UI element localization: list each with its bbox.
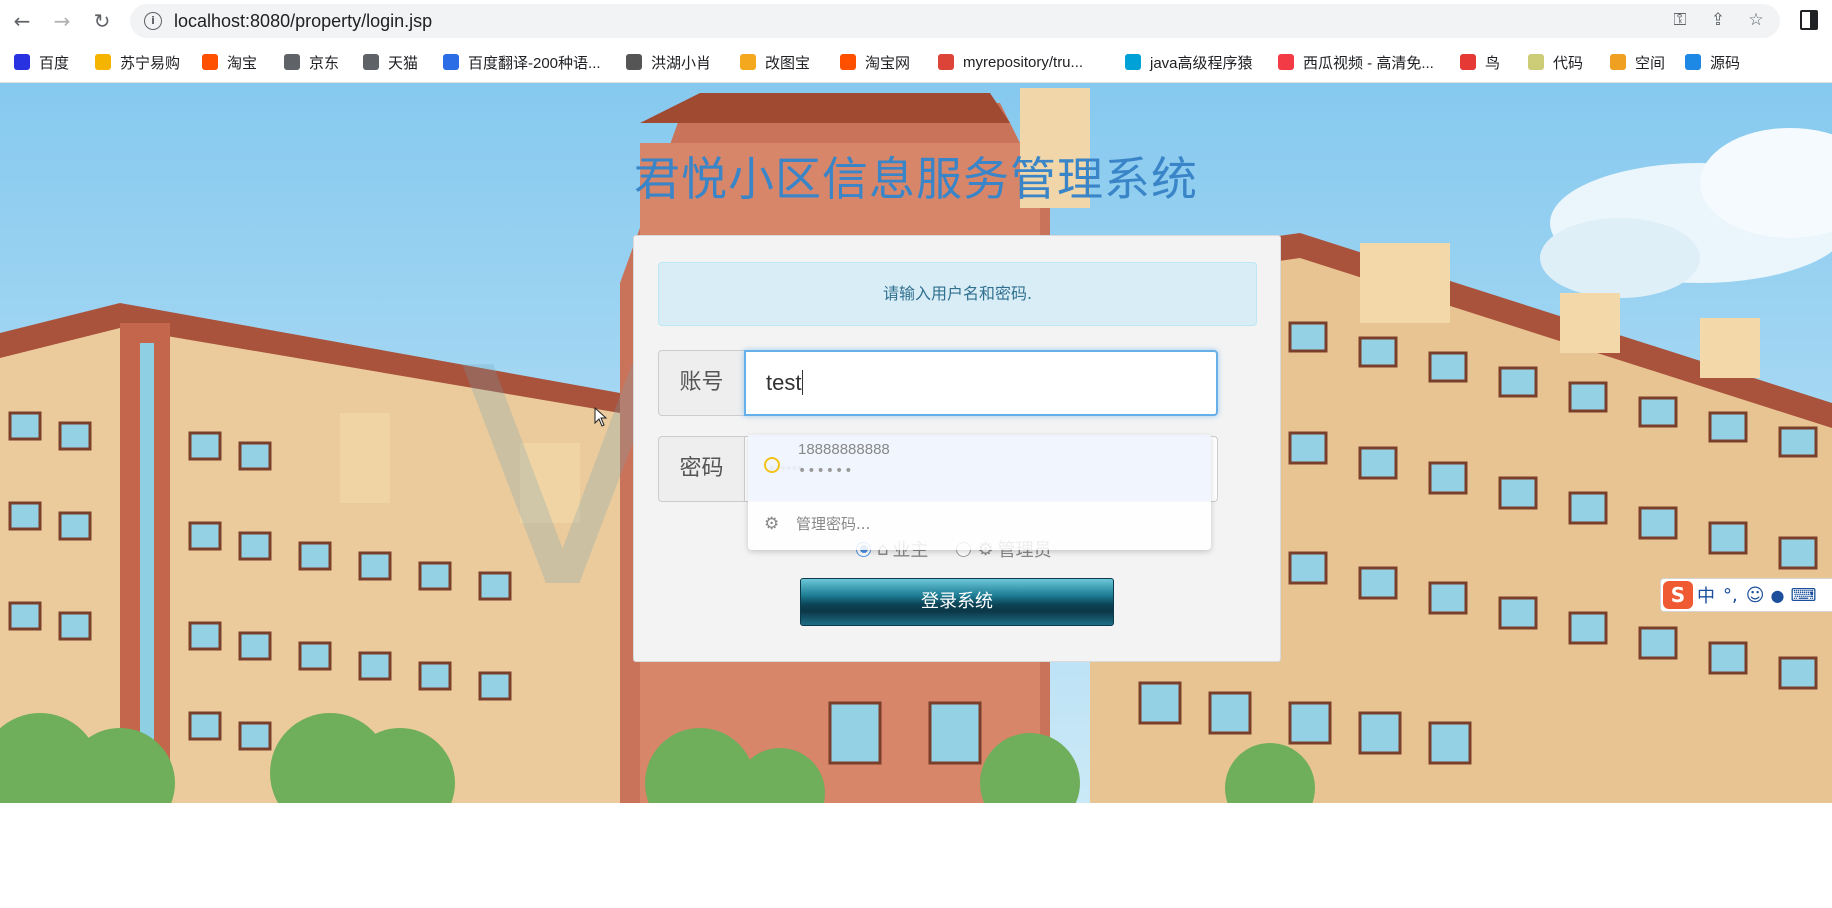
- chrome-icon: [938, 54, 954, 70]
- bookmark-item[interactable]: 洪湖小肖: [626, 51, 711, 73]
- bookmark-item[interactable]: 淘宝: [202, 51, 257, 73]
- leaf-icon: [1528, 54, 1544, 70]
- bookmark-item[interactable]: 鸟: [1460, 51, 1500, 73]
- bookmark-label: 京东: [309, 54, 340, 72]
- bookmark-label: 百度: [39, 54, 70, 72]
- address-bar[interactable]: i localhost:8080/property/login.jsp ⚿ ⇪ …: [130, 4, 1780, 38]
- baidu-paw-icon: [14, 54, 30, 70]
- ime-mode[interactable]: 中: [1697, 582, 1715, 608]
- bookmark-label: 天猫: [388, 54, 419, 72]
- bookmark-label: myrepository/tru...: [963, 53, 1084, 71]
- bookmark-item[interactable]: 淘宝网: [840, 51, 910, 73]
- bookmark-label: java高级程序猿: [1150, 54, 1253, 72]
- username-group: 账号 test: [658, 350, 1218, 416]
- key-icon: [764, 457, 780, 473]
- suning-icon: [95, 54, 111, 70]
- globe-icon: [284, 54, 300, 70]
- bookmark-item[interactable]: 西瓜视频 - 高清免...: [1278, 51, 1434, 73]
- bookmark-item[interactable]: 京东: [284, 51, 339, 73]
- taobao-icon: [840, 54, 856, 70]
- password-label: 密码: [658, 436, 744, 502]
- globe-icon: [363, 54, 379, 70]
- forward-icon[interactable]: →: [48, 7, 76, 35]
- qzone-icon: [1610, 54, 1626, 70]
- bilibili-icon: [1125, 54, 1141, 70]
- username-value: test: [766, 370, 802, 395]
- bookmark-label: 苏宁易购: [120, 54, 181, 72]
- bookmark-label: 西瓜视频 - 高清免...: [1303, 54, 1434, 72]
- translate-icon: [443, 54, 459, 70]
- share-icon[interactable]: ⇪: [1706, 10, 1730, 32]
- bookmark-label: 淘宝网: [865, 54, 911, 72]
- bookmark-label: 洪湖小肖: [651, 54, 712, 72]
- taobao-icon: [202, 54, 218, 70]
- saved-username: 18888888888: [798, 441, 890, 458]
- browser-toolbar: ← → ↻ i localhost:8080/property/login.js…: [0, 0, 1832, 42]
- bird-icon: [1460, 54, 1476, 70]
- bookmark-item[interactable]: java高级程序猿: [1125, 51, 1253, 73]
- login-hint-alert: 请输入用户名和密码.: [658, 262, 1257, 326]
- address-url[interactable]: localhost:8080/property/login.jsp: [174, 11, 432, 32]
- play-icon: [1278, 54, 1294, 70]
- credential-autocomplete: 18888888888 •••••• ⚙ 管理密码...: [748, 435, 1211, 550]
- bookmark-label: 空间: [1635, 54, 1666, 72]
- gear-icon: ⚙: [764, 513, 780, 534]
- bookmark-item[interactable]: 改图宝: [740, 51, 810, 73]
- bookmark-label: 淘宝: [227, 54, 258, 72]
- page-title: 君悦小区信息服务管理系统: [634, 152, 1198, 206]
- reload-icon[interactable]: ↻: [88, 7, 116, 35]
- square-icon: [740, 54, 756, 70]
- bookmark-item[interactable]: 百度: [14, 51, 69, 73]
- bookmark-label: 源码: [1710, 54, 1741, 72]
- username-label: 账号: [658, 350, 744, 416]
- login-page: V 君悦小区信息服务管理系统 请输入用户名和密码. 账号 test 密码 •••…: [0, 83, 1832, 803]
- bookmark-item[interactable]: 天猫: [363, 51, 418, 73]
- fish-icon: [1685, 54, 1701, 70]
- sogou-logo-icon: S: [1663, 581, 1693, 609]
- mouse-cursor-icon: [594, 407, 608, 427]
- bookmark-item[interactable]: 空间: [1610, 51, 1665, 73]
- bookmark-label: 百度翻译-200种语...: [468, 54, 601, 72]
- username-input[interactable]: test: [744, 350, 1218, 416]
- bookmark-item[interactable]: 源码: [1685, 51, 1740, 73]
- bookmark-item[interactable]: 百度翻译-200种语...: [443, 51, 601, 73]
- ime-punct[interactable]: °,: [1723, 585, 1738, 606]
- keyboard-icon[interactable]: ⌨: [1790, 585, 1816, 606]
- bookmark-label: 代码: [1553, 54, 1584, 72]
- manage-passwords-label: 管理密码...: [796, 515, 871, 533]
- bookmark-item[interactable]: myrepository/tru...: [938, 51, 1083, 73]
- bookmark-star-icon[interactable]: ☆: [1744, 10, 1768, 32]
- site-info-icon[interactable]: i: [144, 12, 162, 30]
- bird-icon: [626, 54, 642, 70]
- ime-toolbar[interactable]: S 中 °, ☺ ● ⌨: [1660, 578, 1832, 612]
- bookmark-label: 鸟: [1485, 54, 1501, 72]
- bookmark-label: 改图宝: [765, 54, 811, 72]
- manage-passwords-option[interactable]: ⚙ 管理密码...: [764, 513, 870, 534]
- key-icon[interactable]: ⚿: [1668, 10, 1692, 32]
- back-icon[interactable]: ←: [8, 7, 36, 35]
- login-button[interactable]: 登录系统: [800, 578, 1114, 626]
- emoji-icon[interactable]: ☺: [1746, 585, 1765, 606]
- saved-password: ••••••: [798, 463, 854, 479]
- mic-icon[interactable]: ●: [1771, 586, 1785, 605]
- bookmark-item[interactable]: 代码: [1528, 51, 1583, 73]
- saved-credential-option[interactable]: 18888888888 ••••••: [748, 435, 1211, 501]
- side-panel-icon[interactable]: [1800, 10, 1818, 30]
- bookmark-item[interactable]: 苏宁易购: [95, 51, 180, 73]
- bookmarks-bar: 百度 苏宁易购 淘宝 京东 天猫 百度翻译-200种语... 洪湖小肖 改图宝 淘宝网 myrep…: [0, 42, 1832, 83]
